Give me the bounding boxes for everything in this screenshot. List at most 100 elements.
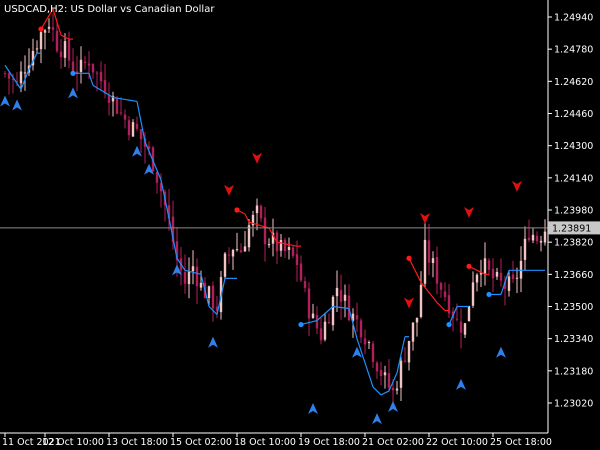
candle-body bbox=[303, 281, 307, 288]
candle-body bbox=[23, 72, 27, 74]
candle-body bbox=[87, 63, 91, 66]
candle-body bbox=[403, 360, 407, 362]
candle-body bbox=[239, 250, 243, 253]
candle-body bbox=[55, 30, 59, 52]
candle-body bbox=[379, 370, 383, 376]
candle-body bbox=[3, 73, 7, 75]
candle-body bbox=[107, 95, 111, 103]
y-tick-label: 1.24940 bbox=[554, 13, 593, 24]
candle-body bbox=[459, 321, 463, 333]
candle-body bbox=[211, 285, 215, 309]
candle-body bbox=[531, 234, 535, 241]
y-tick-label: 1.23980 bbox=[554, 206, 593, 217]
candle-body bbox=[487, 260, 491, 270]
candle-body bbox=[287, 247, 291, 250]
candle-body bbox=[383, 372, 387, 376]
candle-body bbox=[343, 294, 347, 301]
candle-body bbox=[263, 217, 267, 245]
current-price-badge: 1.23891 bbox=[548, 221, 600, 235]
y-tick-label: 1.23500 bbox=[554, 302, 593, 313]
y-tick-label: 1.24460 bbox=[554, 109, 593, 120]
candle-body bbox=[355, 315, 359, 320]
candle-body bbox=[499, 272, 503, 281]
candle-body bbox=[335, 287, 339, 297]
y-tick-label: 1.24780 bbox=[554, 45, 593, 56]
candle-body bbox=[19, 71, 23, 84]
candle-body bbox=[59, 51, 63, 58]
candle-body bbox=[43, 30, 47, 33]
candle-body bbox=[395, 388, 399, 391]
candle-body bbox=[131, 122, 135, 137]
candle-body bbox=[195, 266, 199, 287]
candle-body bbox=[387, 373, 391, 388]
candle-body bbox=[127, 120, 131, 136]
candle-body bbox=[187, 270, 191, 285]
candle-body bbox=[483, 258, 487, 274]
candle-body bbox=[295, 254, 299, 265]
candle-body bbox=[311, 313, 315, 318]
candle-body bbox=[367, 342, 371, 344]
candle-body bbox=[191, 266, 195, 272]
candle-body bbox=[327, 321, 331, 324]
candle-body bbox=[435, 256, 439, 284]
y-tick-label: 1.23180 bbox=[554, 366, 593, 377]
candle-body bbox=[307, 288, 311, 319]
candle-body bbox=[299, 263, 303, 281]
candle-body bbox=[243, 246, 247, 252]
candle-body bbox=[79, 59, 83, 72]
candle-body bbox=[411, 322, 415, 342]
candle-body bbox=[507, 276, 511, 291]
price-badge-text: 1.23891 bbox=[552, 223, 591, 234]
candle-body bbox=[371, 343, 375, 362]
candle-body bbox=[423, 239, 427, 284]
symbol-label: USDCAD bbox=[4, 4, 47, 15]
candle-body bbox=[91, 63, 95, 73]
candle-body bbox=[535, 235, 539, 242]
x-tick-label: 12 Oct 10:00 bbox=[42, 437, 104, 448]
candle-body bbox=[123, 114, 127, 120]
candle-body bbox=[139, 129, 143, 140]
candle-body bbox=[267, 244, 271, 246]
candle-body bbox=[119, 112, 123, 114]
candle-body bbox=[67, 39, 71, 61]
candle-body bbox=[115, 97, 119, 114]
candle-body bbox=[199, 282, 203, 288]
candle-body bbox=[255, 205, 259, 214]
candle-body bbox=[427, 240, 431, 263]
price-chart: 1.24940 1.24780 1.24620 1.24460 1.24300 1.241… bbox=[0, 0, 600, 450]
candle-body bbox=[359, 320, 363, 338]
timeframe-label: H2 bbox=[50, 4, 64, 15]
candle-body bbox=[331, 296, 335, 326]
x-tick-label: 22 Oct 10:00 bbox=[426, 437, 488, 448]
candle-body bbox=[83, 61, 87, 64]
candle-body bbox=[7, 73, 11, 79]
candle-body bbox=[247, 225, 251, 248]
candle-body bbox=[135, 123, 139, 129]
candle-body bbox=[227, 254, 231, 256]
candle-body bbox=[207, 286, 211, 298]
candle-body bbox=[431, 258, 435, 263]
candle-body bbox=[315, 314, 319, 329]
candle-body bbox=[419, 284, 423, 318]
candle-body bbox=[339, 289, 343, 302]
x-tick-label: 19 Oct 18:00 bbox=[298, 437, 360, 448]
candle-116 bbox=[467, 305, 471, 322]
x-tick-label: 13 Oct 18:00 bbox=[106, 437, 168, 448]
candle-body bbox=[439, 283, 443, 290]
chart-background bbox=[0, 0, 600, 450]
candle-body bbox=[231, 249, 235, 257]
y-tick-label: 1.23020 bbox=[554, 399, 593, 410]
candle-body bbox=[319, 328, 323, 341]
y-tick-label: 1.23660 bbox=[554, 270, 593, 281]
candle-body bbox=[35, 48, 39, 50]
candle-body bbox=[495, 272, 499, 277]
candle-body bbox=[527, 237, 531, 241]
chart-title: USDCAD,H2: US Dollar vs Canadian Dollar bbox=[4, 4, 215, 15]
candle-body bbox=[375, 362, 379, 372]
x-tick-label: 21 Oct 02:00 bbox=[362, 437, 424, 448]
candle-body bbox=[183, 272, 187, 284]
candle-body bbox=[407, 340, 411, 363]
candle-body bbox=[463, 323, 467, 335]
y-tick-label: 1.24620 bbox=[554, 77, 593, 88]
candle-body bbox=[95, 72, 99, 74]
